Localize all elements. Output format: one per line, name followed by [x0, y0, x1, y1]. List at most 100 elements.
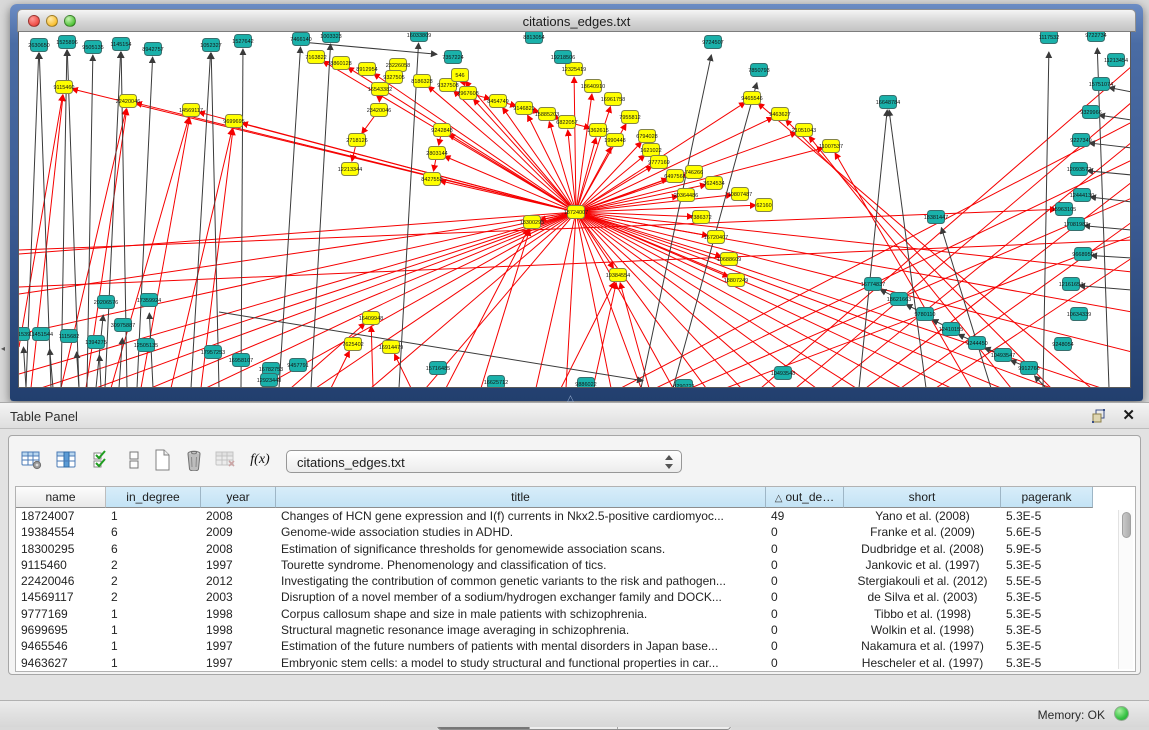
column-header-out_de[interactable]: △out_de…	[766, 487, 844, 508]
graph-node[interactable]: 16648784	[876, 96, 900, 109]
graph-edge-black[interactable]	[1090, 197, 1131, 202]
column-header-short[interactable]: short	[844, 487, 1001, 508]
graph-node[interactable]: 10493547	[991, 349, 1015, 362]
graph-node[interactable]: 15751074	[1089, 78, 1113, 91]
graph-edge-red[interactable]	[242, 123, 576, 212]
graph-node[interactable]: 9777169	[648, 156, 669, 169]
graph-node[interactable]: 9724507	[702, 36, 723, 49]
graph-edge-red[interactable]	[465, 81, 576, 212]
show-columns-button[interactable]	[53, 446, 79, 474]
graph-node[interactable]: 19384554	[606, 269, 630, 282]
graph-node[interactable]: 3624534	[703, 177, 724, 190]
graph-node[interactable]: 18621663	[887, 293, 911, 306]
graph-edge-red[interactable]	[426, 212, 576, 388]
graph-node[interactable]: 1117532	[1039, 32, 1060, 44]
graph-node[interactable]: 16033809	[407, 32, 431, 42]
graph-node[interactable]: 18381447	[924, 211, 948, 224]
graph-node[interactable]: 16543382	[368, 83, 392, 96]
graph-node[interactable]: 2718126	[346, 134, 367, 147]
graph-node[interactable]: 17359924	[137, 294, 161, 307]
graph-node[interactable]: 12325419	[562, 63, 586, 76]
graph-node[interactable]: 10634339	[1067, 308, 1091, 321]
table-row[interactable]: 946362711997Embryonic stem cells: a mode…	[16, 655, 1118, 671]
graph-node[interactable]: 18640910	[581, 80, 605, 93]
graph-node[interactable]: 12505135	[134, 339, 158, 352]
graph-node[interactable]: 12444130	[1070, 189, 1094, 202]
graph-node[interactable]: 11213454	[1104, 54, 1128, 67]
graph-node[interactable]: 7386372	[690, 211, 711, 224]
graph-node[interactable]: 2630650	[28, 39, 49, 52]
graph-node[interactable]: 8912954	[356, 63, 377, 76]
graph-node[interactable]: 19218506	[551, 51, 575, 64]
graph-node[interactable]: 1145154	[110, 38, 131, 51]
graph-node[interactable]: 23420046	[367, 104, 391, 117]
graph-node[interactable]: 20364486	[674, 189, 698, 202]
graph-node[interactable]: 2967608	[457, 87, 478, 100]
table-row[interactable]: 946554611997Estimation of the future num…	[16, 638, 1118, 654]
graph-node[interactable]: 391539	[19, 328, 30, 341]
graph-node[interactable]: 17081983	[1064, 218, 1088, 231]
graph-node[interactable]: 23226058	[386, 59, 410, 72]
function-builder-button[interactable]: f(x)	[247, 446, 273, 474]
graph-node[interactable]: 6822057	[556, 116, 577, 129]
graph-node[interactable]: 22420046	[116, 95, 140, 108]
graph-edge-red[interactable]	[835, 153, 971, 388]
graph-node[interactable]: 16625712	[484, 376, 508, 389]
graph-node[interactable]: 8942757	[142, 43, 163, 56]
graph-edge-red[interactable]	[576, 212, 1131, 272]
graph-node[interactable]: 10807487	[728, 188, 752, 201]
table-row[interactable]: 1872400712008Changes of HCN gene express…	[16, 508, 1118, 524]
graph-node[interactable]: 8813054	[523, 32, 544, 44]
graph-edge-red[interactable]	[19, 212, 576, 294]
graph-edge-red[interactable]	[593, 283, 616, 388]
table-row[interactable]: 1830029562008Estimation of significance …	[16, 541, 1118, 557]
new-document-button[interactable]	[149, 446, 175, 474]
graph-node[interactable]: 7466140	[290, 33, 311, 46]
graph-node[interactable]: 16914479	[379, 341, 403, 354]
graph-node[interactable]: 16720407	[704, 231, 728, 244]
network-graph-svg[interactable]: 1872400771638228860128891295423226058932…	[19, 32, 1131, 388]
close-panel-icon[interactable]: ✕	[1122, 406, 1135, 424]
graph-node[interactable]: 9465546	[741, 92, 762, 105]
graph-node[interactable]: 21051043	[792, 124, 816, 137]
graph-node[interactable]: 9505135	[82, 41, 103, 54]
graph-node[interactable]: 9912766	[1018, 362, 1039, 375]
graph-node[interactable]: 9248054	[1052, 338, 1073, 351]
graph-node[interactable]: 7357224	[442, 51, 463, 64]
graph-edge-red[interactable]	[371, 212, 576, 388]
graph-node[interactable]: 9668950	[1072, 248, 1093, 261]
graph-edge-red[interactable]	[576, 107, 611, 212]
graph-node[interactable]: 16958107	[229, 354, 253, 367]
graph-edge-red[interactable]	[206, 212, 576, 388]
graph-node[interactable]: 11451544	[29, 328, 53, 341]
graph-node[interactable]: 9115460	[53, 81, 74, 94]
graph-node[interactable]: 9722734	[1085, 32, 1106, 42]
table-select-dropdown[interactable]: citations_edges.txt	[286, 450, 682, 473]
table-options-button[interactable]	[19, 446, 45, 474]
graph-node[interactable]: 7163822	[305, 51, 326, 64]
graph-edge-black[interactable]	[119, 338, 122, 388]
graph-node[interactable]: 1621022	[640, 144, 661, 157]
graph-edge-red[interactable]	[576, 94, 592, 212]
graph-node[interactable]: 18807249	[724, 274, 748, 287]
graph-node[interactable]: 16961758	[601, 93, 625, 106]
graph-edge-black[interactable]	[859, 110, 887, 388]
graph-node[interactable]: 9780110	[914, 308, 935, 321]
graph-node[interactable]: 15885203	[535, 108, 559, 121]
graph-edge-red[interactable]	[19, 212, 576, 254]
graph-edge-black[interactable]	[941, 228, 991, 388]
graph-node[interactable]: 9244450	[966, 337, 987, 350]
graph-node[interactable]: 8454749	[487, 95, 508, 108]
graph-node[interactable]: 1003323	[320, 32, 341, 43]
row-checks-button[interactable]	[89, 446, 115, 474]
graph-edge-black[interactable]	[279, 47, 300, 388]
graph-node[interactable]: 20206576	[94, 296, 118, 309]
graph-node[interactable]: 10493548	[771, 367, 795, 380]
graph-edge-red[interactable]	[576, 148, 823, 212]
graph-node[interactable]: 7625402	[342, 338, 363, 351]
graph-node[interactable]: 16409948	[359, 312, 383, 325]
graph-node[interactable]: 9146821	[513, 102, 534, 115]
graph-edge-red[interactable]	[151, 212, 576, 388]
graph-node[interactable]: 8427552	[421, 173, 442, 186]
graph-edge-black[interactable]	[23, 347, 26, 388]
